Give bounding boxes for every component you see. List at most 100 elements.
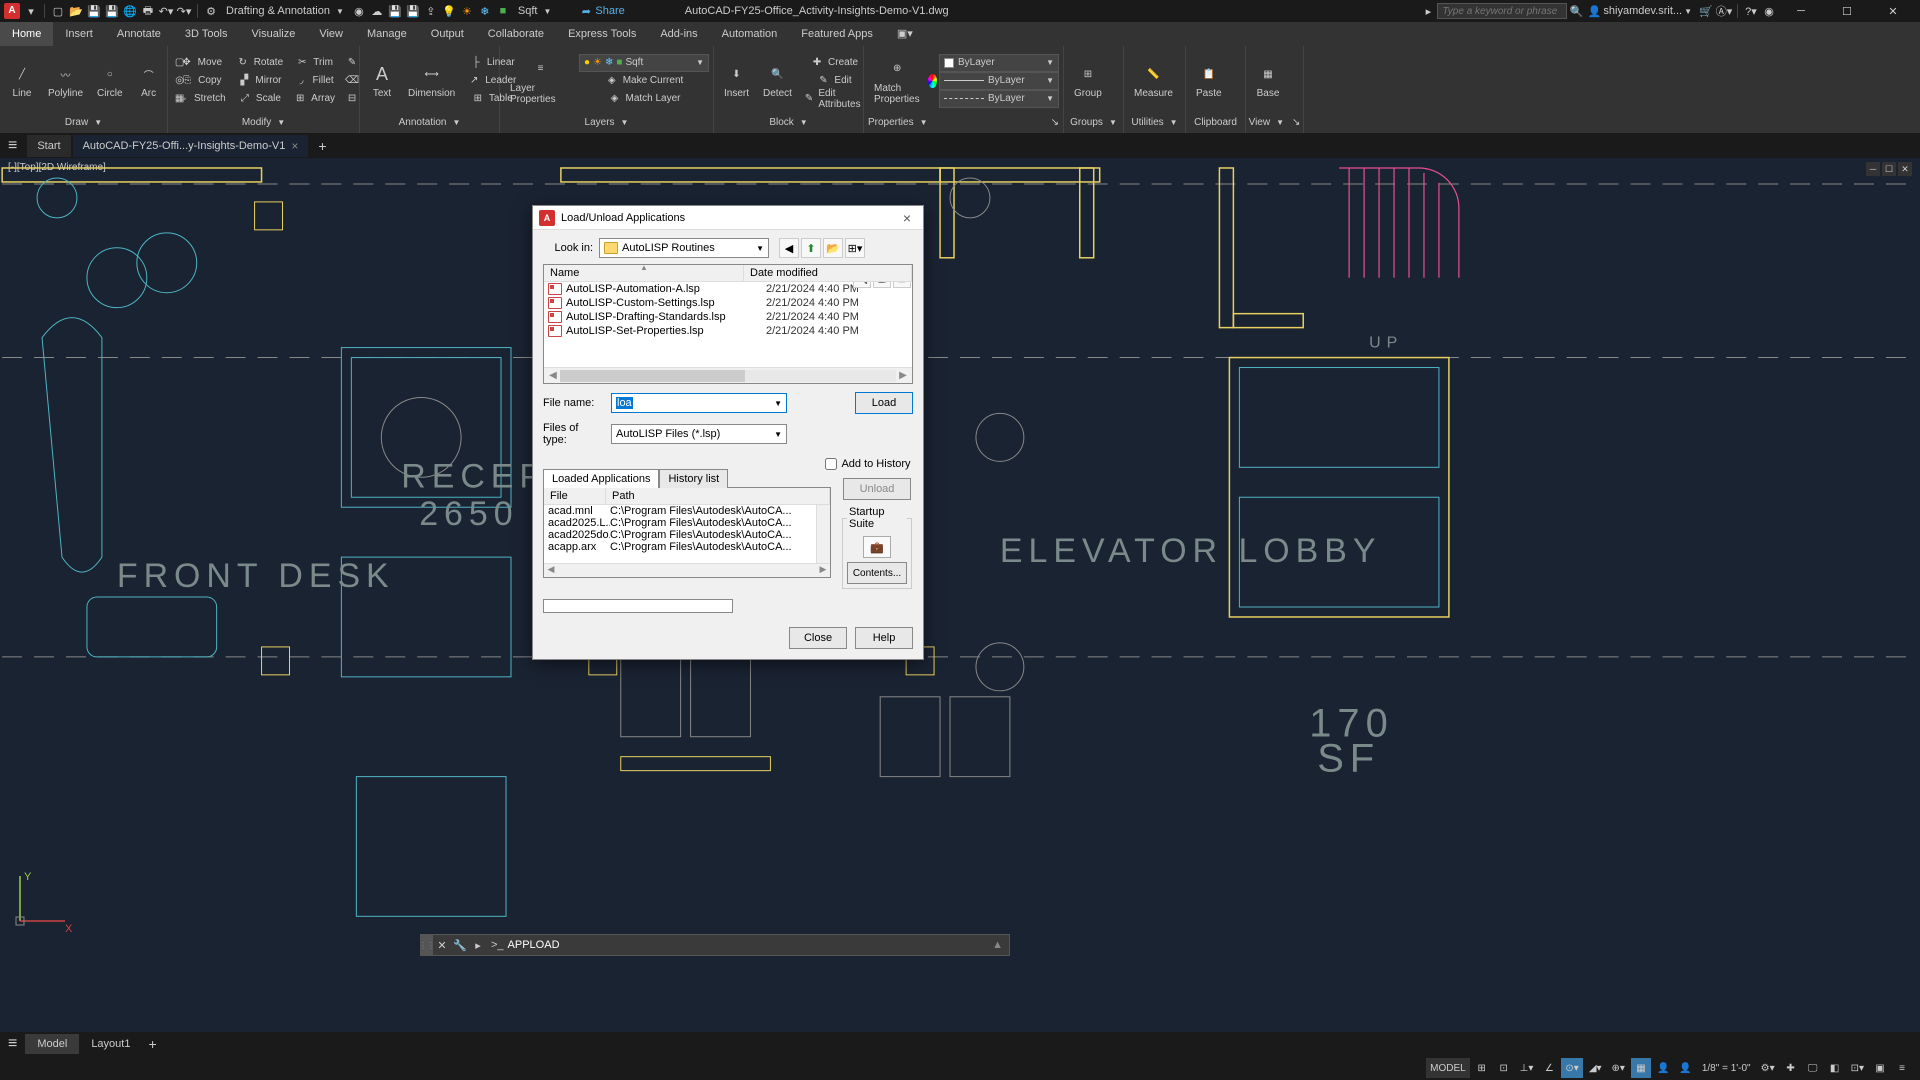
new-icon[interactable]: ▢ bbox=[50, 3, 66, 19]
save-icon[interactable]: 💾 bbox=[86, 3, 102, 19]
app-icon[interactable]: Ⓐ▾ bbox=[1716, 3, 1732, 19]
cmdline-handle-icon[interactable]: ⋮⋮ bbox=[421, 935, 433, 955]
cmd-wrench-icon[interactable]: 🔧 bbox=[451, 939, 469, 952]
lineweight-combo[interactable]: ByLayer▼ bbox=[939, 72, 1059, 90]
status-monitor-icon[interactable]: 🖵 bbox=[1803, 1058, 1823, 1078]
file-list-body[interactable]: AutoLISP-Automation-A.lsp2/21/2024 4:40 … bbox=[544, 282, 912, 367]
menu-dropdown-icon[interactable]: ▾ bbox=[23, 3, 39, 19]
sqft-dropdown[interactable]: Sqft ▼ bbox=[512, 5, 558, 17]
tab-layout1[interactable]: Layout1 bbox=[79, 1034, 142, 1054]
bulb-icon[interactable]: 💡 bbox=[441, 3, 457, 19]
loaded-hscrollbar[interactable]: ◀▶ bbox=[544, 563, 830, 577]
file-list-scrollbar[interactable]: ◀ ▶ bbox=[544, 367, 912, 383]
help-button[interactable]: Help bbox=[855, 627, 913, 649]
makecurrent-button[interactable]: ◈Make Current bbox=[579, 72, 709, 90]
load-button[interactable]: Load bbox=[855, 392, 913, 414]
dimension-button[interactable]: ⟷Dimension bbox=[402, 60, 461, 101]
username-label[interactable]: shiyamdev.srit... bbox=[1603, 5, 1682, 17]
mirror-button[interactable]: ▞Mirror bbox=[232, 72, 287, 90]
rotate-button[interactable]: ↻Rotate bbox=[232, 54, 287, 72]
tab-loaded-apps[interactable]: Loaded Applications bbox=[543, 469, 659, 488]
editattr-button[interactable]: ✎Edit Attributes bbox=[800, 90, 868, 108]
plot-icon[interactable]: 🖶 bbox=[140, 3, 156, 19]
tab-visualize[interactable]: Visualize bbox=[240, 22, 308, 46]
layerprops-button[interactable]: ≡Layer Properties bbox=[504, 55, 577, 107]
insert-button[interactable]: ⬇Insert bbox=[718, 60, 755, 101]
loaded-row[interactable]: acapp.arxC:\Program Files\Autodesk\AutoC… bbox=[544, 541, 830, 553]
status-otrack-icon[interactable]: ⊕▾ bbox=[1608, 1058, 1629, 1078]
tab-automation[interactable]: Automation bbox=[710, 22, 790, 46]
group-button[interactable]: ⊞Group bbox=[1068, 60, 1108, 101]
saveas-icon[interactable]: 💾 bbox=[104, 3, 120, 19]
linetype-combo[interactable]: ByLayer▼ bbox=[939, 90, 1059, 108]
col-path[interactable]: Path bbox=[606, 488, 830, 505]
cmd-close-icon[interactable]: ✕ bbox=[433, 939, 451, 952]
status-polar-icon[interactable]: ∠ bbox=[1539, 1058, 1559, 1078]
viewport[interactable]: [-][Top][2D Wireframe] ─ ☐ ✕ bbox=[0, 158, 1920, 1056]
close-dialog-button[interactable]: Close bbox=[789, 627, 847, 649]
contents-button[interactable]: Contents... bbox=[847, 562, 907, 584]
filename-input[interactable]: loa ▼ bbox=[611, 393, 787, 413]
square-icon[interactable]: ■ bbox=[495, 3, 511, 19]
scale-button[interactable]: ⤢Scale bbox=[232, 90, 287, 108]
share-label[interactable]: Share bbox=[595, 5, 624, 17]
save-indicator-icon[interactable]: ▸ bbox=[1420, 3, 1436, 19]
tab-file[interactable]: AutoCAD-FY25-Offi...y-Insights-Demo-V1× bbox=[73, 135, 309, 157]
loaded-row[interactable]: acad2025do...C:\Program Files\Autodesk\A… bbox=[544, 529, 830, 541]
cart-icon[interactable]: 🛒 bbox=[1698, 3, 1714, 19]
array-button[interactable]: ⊞Array bbox=[289, 90, 339, 108]
status-osnap-icon[interactable]: ⊙▾ bbox=[1561, 1058, 1582, 1078]
file-row[interactable]: AutoLISP-Drafting-Standards.lsp2/21/2024… bbox=[544, 310, 912, 324]
loaded-row[interactable]: acad.mnlC:\Program Files\Autodesk\AutoCA… bbox=[544, 505, 830, 517]
workspace-dropdown[interactable]: Drafting & Annotation ▼ bbox=[220, 5, 350, 17]
scroll-thumb[interactable] bbox=[560, 370, 745, 382]
tab-insert[interactable]: Insert bbox=[53, 22, 105, 46]
command-line[interactable]: ⋮⋮ ✕ 🔧 ▸ >_ APPLOAD ▲ bbox=[420, 934, 1010, 956]
colorwheel-icon[interactable] bbox=[928, 74, 937, 88]
file-row[interactable]: AutoLISP-Set-Properties.lsp2/21/2024 4:4… bbox=[544, 324, 912, 338]
share-arrow-icon[interactable]: ➦ bbox=[578, 3, 594, 19]
startup-suite-icon[interactable]: 💼 bbox=[863, 536, 891, 558]
save3-icon[interactable]: 💾 bbox=[405, 3, 421, 19]
text-button[interactable]: AText bbox=[364, 60, 400, 101]
status-anno-icon[interactable]: 👤 bbox=[1653, 1058, 1673, 1078]
circle-button[interactable]: ○Circle bbox=[91, 60, 129, 101]
detect-button[interactable]: 🔍Detect bbox=[757, 60, 798, 101]
save2-icon[interactable]: 💾 bbox=[387, 3, 403, 19]
layer-icon[interactable]: ◉ bbox=[351, 3, 367, 19]
search-input[interactable] bbox=[1437, 3, 1567, 19]
copy-button[interactable]: ⎘Copy bbox=[172, 72, 230, 90]
measure-button[interactable]: 📏Measure bbox=[1128, 60, 1179, 101]
status-anno2-icon[interactable]: 👤 bbox=[1675, 1058, 1695, 1078]
fillet-button[interactable]: ◞Fillet bbox=[289, 72, 339, 90]
color-combo[interactable]: ByLayer▼ bbox=[939, 54, 1059, 72]
status-clean-icon[interactable]: ▣ bbox=[1870, 1058, 1890, 1078]
tab-model[interactable]: Model bbox=[25, 1034, 79, 1054]
lookin-combo[interactable]: AutoLISP Routines ▼ bbox=[599, 238, 769, 258]
status-3dosnap-icon[interactable]: ◢▾ bbox=[1585, 1058, 1606, 1078]
views-button[interactable]: ⊞▾ bbox=[845, 238, 865, 258]
create-button[interactable]: ✚Create bbox=[800, 54, 868, 72]
maximize-button[interactable]: ☐ bbox=[1824, 0, 1870, 22]
col-date[interactable]: Date modified bbox=[744, 265, 912, 281]
freeze-icon[interactable]: ❄ bbox=[477, 3, 493, 19]
arc-button[interactable]: ⌒Arc bbox=[131, 60, 167, 101]
scroll-left-icon[interactable]: ◀ bbox=[544, 564, 558, 577]
redo-icon[interactable]: ↷▾ bbox=[176, 3, 192, 19]
status-scale[interactable]: 1/8" = 1'-0" bbox=[1698, 1058, 1755, 1078]
scroll-right-icon[interactable]: ▶ bbox=[896, 370, 910, 381]
stretch-button[interactable]: ⇔Stretch bbox=[172, 90, 230, 108]
status-snap-icon[interactable]: ⊡ bbox=[1494, 1058, 1514, 1078]
status-model[interactable]: MODEL bbox=[1426, 1058, 1470, 1078]
matchlayer-button[interactable]: ◈Match Layer bbox=[579, 90, 709, 108]
search-icon[interactable]: 🔍 bbox=[1568, 3, 1584, 19]
tab-annotate[interactable]: Annotate bbox=[105, 22, 173, 46]
file-row[interactable]: AutoLISP-Custom-Settings.lsp2/21/2024 4:… bbox=[544, 296, 912, 310]
status-grid-icon[interactable]: ⊞ bbox=[1472, 1058, 1492, 1078]
tab-more[interactable]: ▣▾ bbox=[885, 22, 925, 46]
scroll-left-icon[interactable]: ◀ bbox=[546, 370, 560, 381]
move-button[interactable]: ✥Move bbox=[172, 54, 230, 72]
tab-addins[interactable]: Add-ins bbox=[648, 22, 709, 46]
share-icon[interactable]: ⇪ bbox=[423, 3, 439, 19]
drawing-canvas[interactable]: RECEPTION 2650 S FRONT DESK ELEVATOR LOB… bbox=[0, 158, 1920, 1056]
